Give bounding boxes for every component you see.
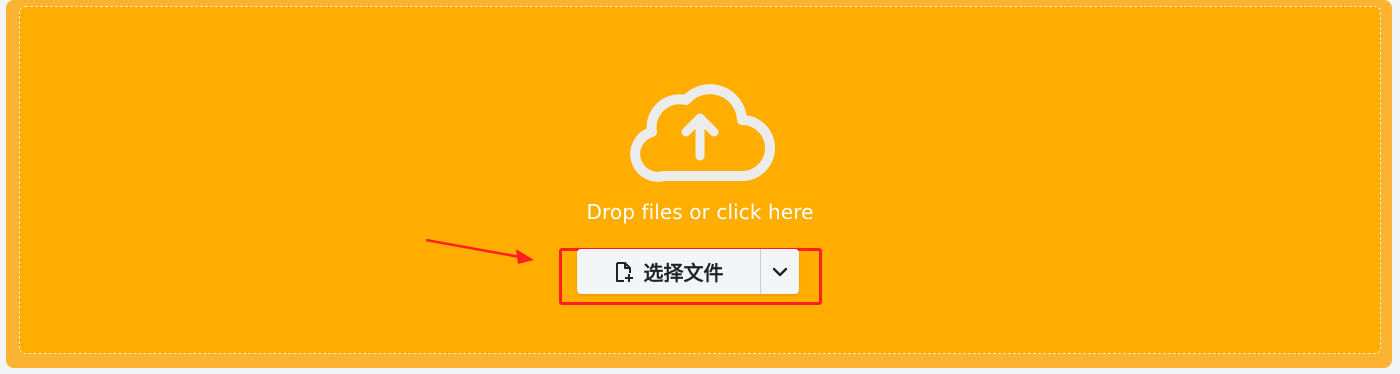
dropzone-prompt: Drop files or click here (586, 200, 814, 224)
annotation-arrow (425, 238, 534, 264)
file-add-icon (615, 261, 633, 282)
upload-panel (6, 0, 1392, 368)
chevron-down-icon (772, 267, 788, 276)
upload-button-group: 选择文件 (577, 249, 799, 294)
select-file-label: 选择文件 (643, 261, 724, 285)
upload-options-dropdown-button[interactable] (761, 249, 799, 294)
select-file-button[interactable]: 选择文件 (577, 249, 761, 294)
cloud-upload-icon (630, 84, 775, 182)
